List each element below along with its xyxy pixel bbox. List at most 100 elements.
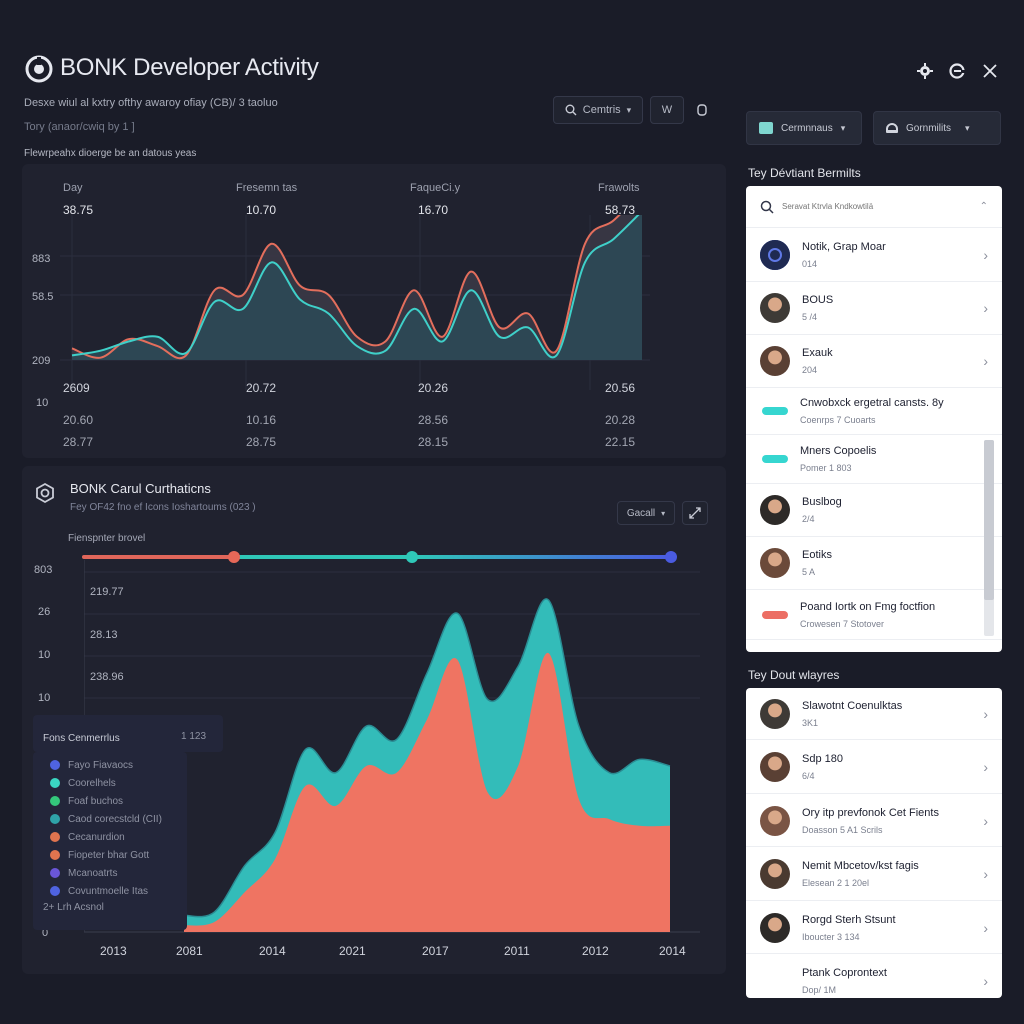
legend-color-dot <box>50 778 60 788</box>
chevron-down-icon: ▾ <box>661 508 666 518</box>
legend-item[interactable]: Cecanurdion <box>50 828 162 846</box>
chevron-right-icon: › <box>983 300 988 316</box>
legend-item[interactable]: Caod corecstcld (CII) <box>50 810 162 828</box>
search-input[interactable] <box>782 202 952 211</box>
y-tick-label: 883 <box>32 253 51 265</box>
chevron-right-icon: › <box>983 246 988 263</box>
refresh-icon[interactable] <box>946 60 968 82</box>
period-dropdown[interactable]: Gacall ▾ <box>617 501 675 525</box>
y-tick-label: 209 <box>32 355 51 367</box>
legend-item[interactable]: Fayo Fiavaocs <box>50 756 162 774</box>
list-item-text: Ptank Coprontext Dop/ 1M <box>802 967 983 995</box>
list-item-meta: Iboucter 3 134 <box>802 931 860 942</box>
info-button[interactable] <box>690 96 714 124</box>
x-tick-label: 2013 <box>100 944 127 958</box>
list-item[interactable]: Ory itp prevfonok Cet Fients Doasson 5 A1… <box>746 795 1002 847</box>
avatar <box>760 752 790 782</box>
footer-cell: 20.26 <box>418 381 449 395</box>
list-item[interactable]: Exauk 204 › <box>746 335 1002 388</box>
app-title: BONK Developer Activity <box>60 54 319 81</box>
info-icon <box>697 104 707 116</box>
contributors-dropdown[interactable]: Cermnnaus ▾ <box>746 111 862 145</box>
avatar <box>760 293 790 323</box>
list-item-text: Slawotnt Coenulktas 3K1 <box>802 700 983 728</box>
x-axis: 2013 2081 2014 2021 2017 2011 2012 2014 <box>100 944 700 960</box>
expand-button[interactable] <box>682 501 708 525</box>
legend-item[interactable]: Coorelhels <box>50 774 162 792</box>
list-item[interactable]: Cnwobxck ergetral cansts. 8y Coenrps 7 Cu… <box>746 388 1002 435</box>
list-item-text: Notik, Grap Moar 014 <box>802 241 983 269</box>
list-item[interactable]: Slawotnt Coenulktas 3K1 › <box>746 688 1002 740</box>
footer-cell: 28.75 <box>246 435 277 449</box>
footer-cell: 28.56 <box>418 413 449 427</box>
filter-button[interactable]: W <box>650 96 684 124</box>
list-item-text: Rorgd Sterh Stsunt Iboucter 3 134 <box>802 914 983 942</box>
list-item-text: Buslbog 2/4 <box>802 496 983 524</box>
list-item-text: Eotiks 5 A <box>802 549 983 577</box>
activity-line-chart <box>60 215 650 390</box>
legend-color-dot <box>50 832 60 842</box>
list-item[interactable]: Nemit Mbcetov/kst fagis Elesean 2 1 20el › <box>746 849 1002 901</box>
list-item[interactable]: Eotiks5 A› <box>746 537 1002 590</box>
legend-item[interactable]: Mcanoatrts <box>50 864 162 882</box>
hexagon-icon <box>36 482 54 504</box>
list-item[interactable]: Buslbog2/4› <box>746 484 1002 537</box>
search-row[interactable]: ⌃ <box>746 186 1002 228</box>
legend-color-dot <box>50 850 60 860</box>
search-button[interactable]: Cemtris ▾ <box>553 96 643 124</box>
list-item-meta: Dop/ 1M <box>802 985 837 995</box>
legend-value: 1 123 <box>181 731 207 742</box>
filter-button-label: W <box>661 104 673 116</box>
list-item-title: Mners Copoelis <box>800 445 877 457</box>
list-item-title: Exauk <box>802 347 833 359</box>
commits-dropdown[interactable]: Gornmilits ▾ <box>873 111 1001 145</box>
settings-icon[interactable] <box>914 60 936 82</box>
grid-icon <box>759 122 773 134</box>
list-item[interactable]: Ptank Coprontext Dop/ 1M › <box>746 956 1002 999</box>
legend-item-label: Coorelhels <box>68 777 116 789</box>
footer-cell: 28.77 <box>63 435 94 449</box>
close-icon[interactable] <box>979 60 1001 82</box>
legend-item[interactable]: Covuntmoelle Itas <box>50 882 162 900</box>
scrollbar-track[interactable] <box>984 440 994 636</box>
header-subtitle: Desxe wiul al kxtry ofthy awaroy ofiay (… <box>24 97 278 109</box>
list-item[interactable]: BOUS 5 /4 › <box>746 282 1002 335</box>
list-item-text: Poand Iortk on Fmg foctfion Crowesen 7 St… <box>800 601 988 629</box>
avatar <box>760 346 790 376</box>
legend-item-label: Mcanoatrts <box>68 867 118 879</box>
legend-item[interactable]: Foaf buchos <box>50 792 162 810</box>
commits-dropdown-label: Gornmilits <box>906 122 952 134</box>
y-tick-label: 10 <box>36 397 49 409</box>
list-item[interactable]: Rorgd Sterh Stsunt Iboucter 3 134 › <box>746 902 1002 954</box>
avatar <box>760 912 790 943</box>
list-item-text: Exauk 204 <box>802 347 983 375</box>
column-header: Day <box>63 182 83 194</box>
legend-item-label: Caod corecstcld (CII) <box>68 813 162 825</box>
list-item-title: Poand Iortk on Fmg foctfion <box>800 600 936 613</box>
legend-color-dot <box>50 868 60 878</box>
legend-item[interactable]: Fiopeter bhar Gott <box>50 846 162 864</box>
list-item[interactable]: Poand Iortk on Fmg foctfion Crowesen 7 St… <box>746 590 1002 640</box>
contributions-subtitle: Fey OF42 fno ef Icons Ioshartoums (023 ) <box>70 502 256 513</box>
legend-header: Fons Cenmerrlus 1 123 <box>33 715 223 752</box>
list-item-text: Cnwobxck ergetral cansts. 8y Coenrps 7 Cu… <box>800 397 988 425</box>
more-icon[interactable]: ⌃ <box>980 201 988 212</box>
list-item-title: Buslbog <box>802 496 842 508</box>
list-item[interactable]: Mners Copoelis Pomer 1 803 <box>746 435 1002 484</box>
list-item[interactable]: Notik, Grap Moar 014 › <box>746 228 1002 282</box>
search-icon <box>760 200 774 214</box>
avatar <box>760 698 790 729</box>
list-item[interactable]: Sdp 180 6/4 › <box>746 742 1002 794</box>
list-item-title: Rorgd Sterh Stsunt <box>802 913 896 926</box>
x-tick-label: 2021 <box>339 944 366 958</box>
chevron-right-icon: › <box>983 866 988 882</box>
range-slider-segment <box>412 555 672 559</box>
column-header: Fresemn tas <box>236 182 298 194</box>
y-tick-label: 58.5 <box>32 291 54 303</box>
scrollbar-thumb[interactable] <box>984 440 994 600</box>
legend-footer: 2+ Lrh Acsnol <box>43 902 104 913</box>
legend-color-dot <box>50 760 60 770</box>
legend-list: Fayo Fiavaocs Coorelhels Foaf buchos Caod c… <box>33 752 187 930</box>
status-pill <box>762 455 788 463</box>
list-item-text: Ory itp prevfonok Cet Fients Doasson 5 A1… <box>802 807 983 835</box>
